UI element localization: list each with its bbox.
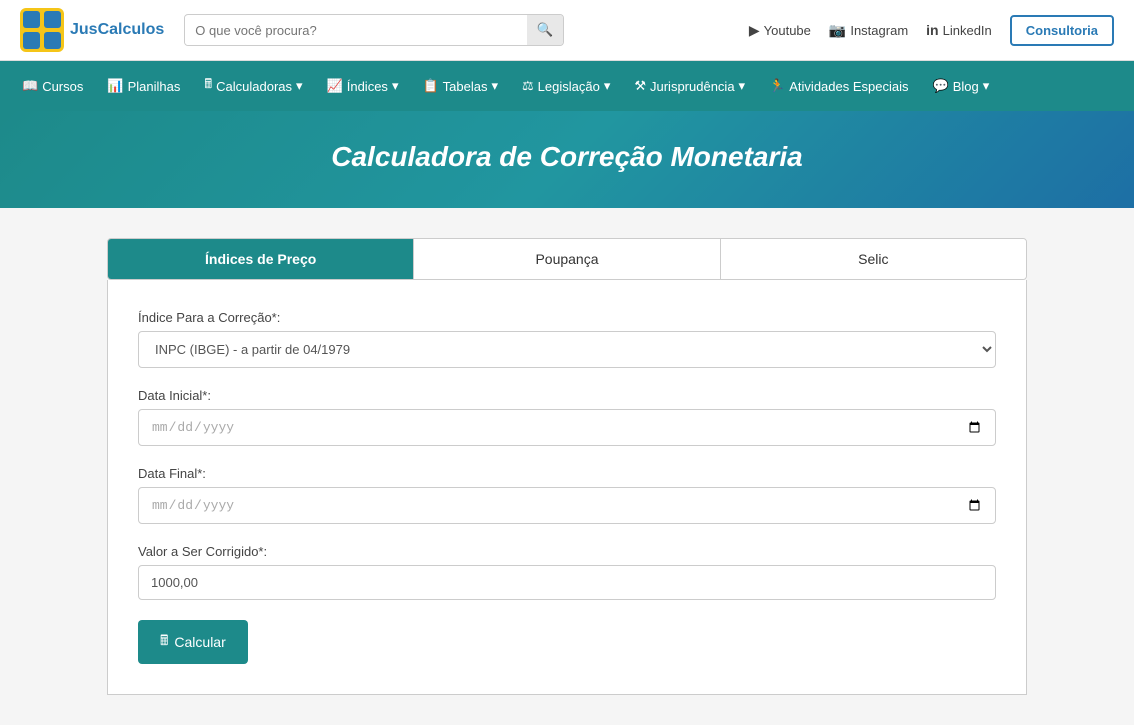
logo-text: JusCalculos	[70, 21, 164, 39]
tabs: Índices de Preço Poupança Selic	[107, 238, 1027, 280]
jurisprudencia-dropdown-icon: ▾	[739, 78, 746, 94]
indice-select[interactable]: INPC (IBGE) - a partir de 04/1979 IPCA (…	[138, 331, 996, 368]
nav-tabelas[interactable]: 📋 Tabelas ▾	[410, 64, 510, 108]
indices-dropdown-icon: ▾	[392, 78, 399, 94]
data-inicial-wrap	[138, 409, 996, 446]
linkedin-icon: in	[926, 22, 938, 38]
nav-calculadoras[interactable]: 🖩 Calculadoras ▾	[192, 61, 314, 111]
cursos-label: Cursos	[42, 79, 83, 94]
nav-atividades[interactable]: 🏃 Atividades Especiais	[757, 64, 920, 108]
tabelas-icon: 📋	[422, 78, 438, 94]
form-card: Índice Para a Correção*: INPC (IBGE) - a…	[107, 280, 1027, 695]
consultoria-button[interactable]: Consultoria	[1010, 15, 1114, 46]
calculadoras-dropdown-icon: ▾	[296, 78, 303, 94]
blog-label: Blog	[953, 79, 979, 94]
search-input[interactable]	[185, 16, 526, 45]
cursos-icon: 📖	[22, 78, 38, 94]
instagram-icon: 📷	[829, 22, 846, 39]
jurisprudencia-label: Jurisprudência	[650, 79, 735, 94]
valor-group: Valor a Ser Corrigido*:	[138, 544, 996, 600]
valor-label: Valor a Ser Corrigido*:	[138, 544, 996, 559]
data-inicial-group: Data Inicial*:	[138, 388, 996, 446]
calcular-label: Calcular	[174, 634, 225, 650]
indice-group: Índice Para a Correção*: INPC (IBGE) - a…	[138, 310, 996, 368]
blog-dropdown-icon: ▾	[983, 78, 990, 94]
data-final-input[interactable]	[138, 487, 996, 524]
planilhas-label: Planilhas	[128, 79, 181, 94]
hero-title: Calculadora de Correção Monetaria	[20, 141, 1114, 173]
data-final-label: Data Final*:	[138, 466, 996, 481]
indice-label: Índice Para a Correção*:	[138, 310, 996, 325]
nav: 📖 Cursos 📊 Planilhas 🖩 Calculadoras ▾ 📈 …	[0, 61, 1134, 111]
indices-label: Índices	[347, 79, 388, 94]
jurisprudencia-icon: ⚒	[634, 78, 646, 94]
calculadoras-label: Calculadoras	[216, 79, 292, 94]
youtube-link[interactable]: ▶ Youtube	[749, 22, 811, 39]
calcular-button[interactable]: 🖩 Calcular	[138, 620, 248, 664]
instagram-label: Instagram	[850, 23, 908, 38]
valor-input[interactable]	[138, 565, 996, 600]
blog-icon: 💬	[933, 78, 949, 94]
search-bar: 🔍	[184, 14, 564, 46]
nav-legislacao[interactable]: ⚖ Legislação ▾	[510, 64, 622, 108]
nav-jurisprudencia[interactable]: ⚒ Jurisprudência ▾	[622, 64, 757, 108]
tab-selic[interactable]: Selic	[721, 239, 1026, 279]
calcular-icon: 🖩	[160, 630, 168, 654]
legislacao-dropdown-icon: ▾	[604, 78, 611, 94]
logo-icon	[20, 8, 64, 52]
data-final-wrap	[138, 487, 996, 524]
tabelas-label: Tabelas	[443, 79, 488, 94]
linkedin-label: LinkedIn	[943, 23, 992, 38]
tab-poupanca[interactable]: Poupança	[414, 239, 720, 279]
linkedin-link[interactable]: in LinkedIn	[926, 22, 992, 38]
nav-blog[interactable]: 💬 Blog ▾	[921, 64, 1002, 108]
header-links: ▶ Youtube 📷 Instagram in LinkedIn Consul…	[749, 15, 1114, 46]
tabelas-dropdown-icon: ▾	[491, 78, 498, 94]
header: JusCalculos 🔍 ▶ Youtube 📷 Instagram in L…	[0, 0, 1134, 61]
nav-planilhas[interactable]: 📊 Planilhas	[95, 64, 192, 108]
planilhas-icon: 📊	[107, 78, 123, 94]
atividades-label: Atividades Especiais	[789, 79, 908, 94]
legislacao-label: Legislação	[538, 79, 600, 94]
tab-indices-preco[interactable]: Índices de Preço	[108, 239, 414, 279]
hero-section: Calculadora de Correção Monetaria	[0, 111, 1134, 208]
instagram-link[interactable]: 📷 Instagram	[829, 22, 908, 39]
nav-indices[interactable]: 📈 Índices ▾	[315, 64, 411, 108]
search-button[interactable]: 🔍	[527, 15, 564, 45]
indices-icon: 📈	[327, 78, 343, 94]
nav-cursos[interactable]: 📖 Cursos	[10, 64, 95, 108]
logo[interactable]: JusCalculos	[20, 8, 164, 52]
legislacao-icon: ⚖	[522, 78, 534, 94]
data-inicial-label: Data Inicial*:	[138, 388, 996, 403]
youtube-icon: ▶	[749, 22, 760, 39]
data-final-group: Data Final*:	[138, 466, 996, 524]
main-content: Índices de Preço Poupança Selic Índice P…	[87, 238, 1047, 695]
calculadoras-icon: 🖩	[204, 75, 212, 97]
data-inicial-input[interactable]	[138, 409, 996, 446]
atividades-icon: 🏃	[769, 78, 785, 94]
youtube-label: Youtube	[764, 23, 811, 38]
